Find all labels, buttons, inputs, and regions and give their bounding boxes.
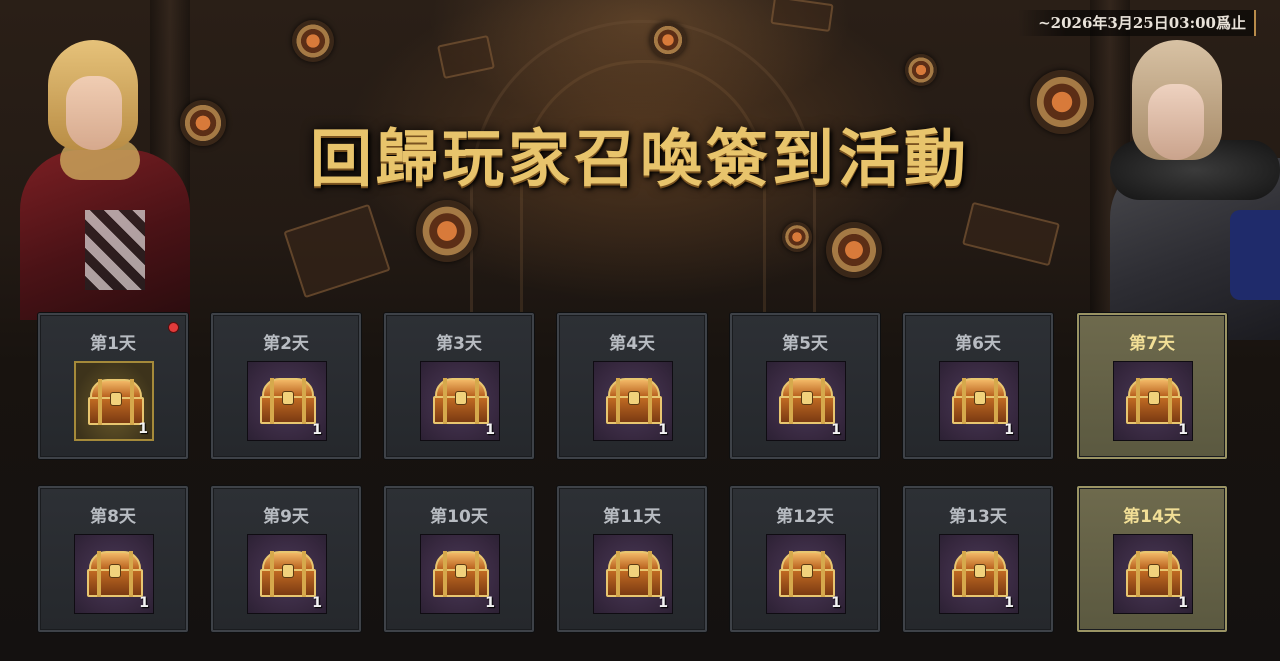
reward-slot[interactable]: 1 xyxy=(74,361,154,441)
reward-quantity: 1 xyxy=(831,422,841,438)
day-reward-cell[interactable]: 第5天 1 xyxy=(730,313,880,459)
day-reward-cell[interactable]: 第1天 1 xyxy=(38,313,188,459)
event-title: 回歸玩家召喚簽到活動 xyxy=(309,122,970,195)
treasure-chest-icon xyxy=(779,378,835,426)
day-label: 第6天 xyxy=(955,334,1001,354)
treasure-chest-icon xyxy=(1126,551,1182,599)
reward-slot[interactable]: 1 xyxy=(939,361,1019,441)
reward-slot[interactable]: 1 xyxy=(420,361,500,441)
floating-emblem-icon xyxy=(782,222,812,252)
reward-quantity: 1 xyxy=(139,595,149,611)
reward-slot[interactable]: 1 xyxy=(247,361,327,441)
notification-dot-icon xyxy=(169,323,178,332)
day-reward-cell[interactable]: 第6天 1 xyxy=(903,313,1053,459)
floating-emblem-icon xyxy=(826,222,882,278)
treasure-chest-icon xyxy=(1126,378,1182,426)
reward-quantity: 1 xyxy=(1004,422,1014,438)
treasure-chest-icon xyxy=(88,379,144,427)
floating-emblem-icon xyxy=(416,200,478,262)
floating-card-icon xyxy=(770,0,834,33)
day-reward-cell[interactable]: 第12天 1 xyxy=(730,486,880,632)
floating-card-icon xyxy=(283,203,391,299)
treasure-chest-icon xyxy=(87,551,143,599)
reward-quantity: 1 xyxy=(1004,595,1014,611)
treasure-chest-icon xyxy=(952,378,1008,426)
day-reward-cell[interactable]: 第14天 1 xyxy=(1077,486,1227,632)
day-label: 第1天 xyxy=(90,334,136,354)
reward-slot[interactable]: 1 xyxy=(766,534,846,614)
treasure-chest-icon xyxy=(952,551,1008,599)
reward-slot[interactable]: 1 xyxy=(247,534,327,614)
day-reward-cell[interactable]: 第2天 1 xyxy=(211,313,361,459)
reward-quantity: 1 xyxy=(138,421,148,437)
reward-quantity: 1 xyxy=(658,595,668,611)
reward-quantity: 1 xyxy=(1178,422,1188,438)
treasure-chest-icon xyxy=(606,551,662,599)
day-label: 第5天 xyxy=(782,334,828,354)
day-reward-cell[interactable]: 第3天 1 xyxy=(384,313,534,459)
reward-slot[interactable]: 1 xyxy=(1113,361,1193,441)
floating-card-icon xyxy=(962,201,1060,267)
day-label: 第10天 xyxy=(430,507,488,527)
day-label: 第12天 xyxy=(776,507,834,527)
reward-slot[interactable]: 1 xyxy=(74,534,154,614)
day-label: 第4天 xyxy=(609,334,655,354)
day-reward-cell[interactable]: 第4天 1 xyxy=(557,313,707,459)
reward-quantity: 1 xyxy=(658,422,668,438)
day-reward-cell[interactable]: 第9天 1 xyxy=(211,486,361,632)
treasure-chest-icon xyxy=(260,551,316,599)
day-label: 第13天 xyxy=(949,507,1007,527)
day-label: 第2天 xyxy=(263,334,309,354)
day-reward-cell[interactable]: 第13天 1 xyxy=(903,486,1053,632)
day-reward-cell[interactable]: 第7天 1 xyxy=(1077,313,1227,459)
day-label: 第8天 xyxy=(90,507,136,527)
treasure-chest-icon xyxy=(433,378,489,426)
floating-emblem-icon xyxy=(650,22,686,58)
reward-slot[interactable]: 1 xyxy=(939,534,1019,614)
treasure-chest-icon xyxy=(260,378,316,426)
day-label: 第7天 xyxy=(1129,334,1175,354)
floating-emblem-icon xyxy=(905,54,937,86)
reward-quantity: 1 xyxy=(831,595,841,611)
reward-slot[interactable]: 1 xyxy=(766,361,846,441)
day-label: 第14天 xyxy=(1123,507,1181,527)
event-end-date: ~2026年3月25日03:00爲止 xyxy=(1018,10,1256,36)
day-reward-cell[interactable]: 第11天 1 xyxy=(557,486,707,632)
treasure-chest-icon xyxy=(779,551,835,599)
day-label: 第9天 xyxy=(263,507,309,527)
reward-slot[interactable]: 1 xyxy=(420,534,500,614)
day-reward-cell[interactable]: 第8天 1 xyxy=(38,486,188,632)
reward-quantity: 1 xyxy=(312,595,322,611)
reward-quantity: 1 xyxy=(485,595,495,611)
floating-emblem-icon xyxy=(292,20,334,62)
reward-slot[interactable]: 1 xyxy=(593,361,673,441)
day-reward-cell[interactable]: 第10天 1 xyxy=(384,486,534,632)
day-label: 第11天 xyxy=(603,507,661,527)
reward-slot[interactable]: 1 xyxy=(593,534,673,614)
reward-slot[interactable]: 1 xyxy=(1113,534,1193,614)
reward-quantity: 1 xyxy=(1178,595,1188,611)
treasure-chest-icon xyxy=(433,551,489,599)
day-label: 第3天 xyxy=(436,334,482,354)
floating-card-icon xyxy=(437,34,495,80)
reward-quantity: 1 xyxy=(485,422,495,438)
treasure-chest-icon xyxy=(606,378,662,426)
reward-quantity: 1 xyxy=(312,422,322,438)
